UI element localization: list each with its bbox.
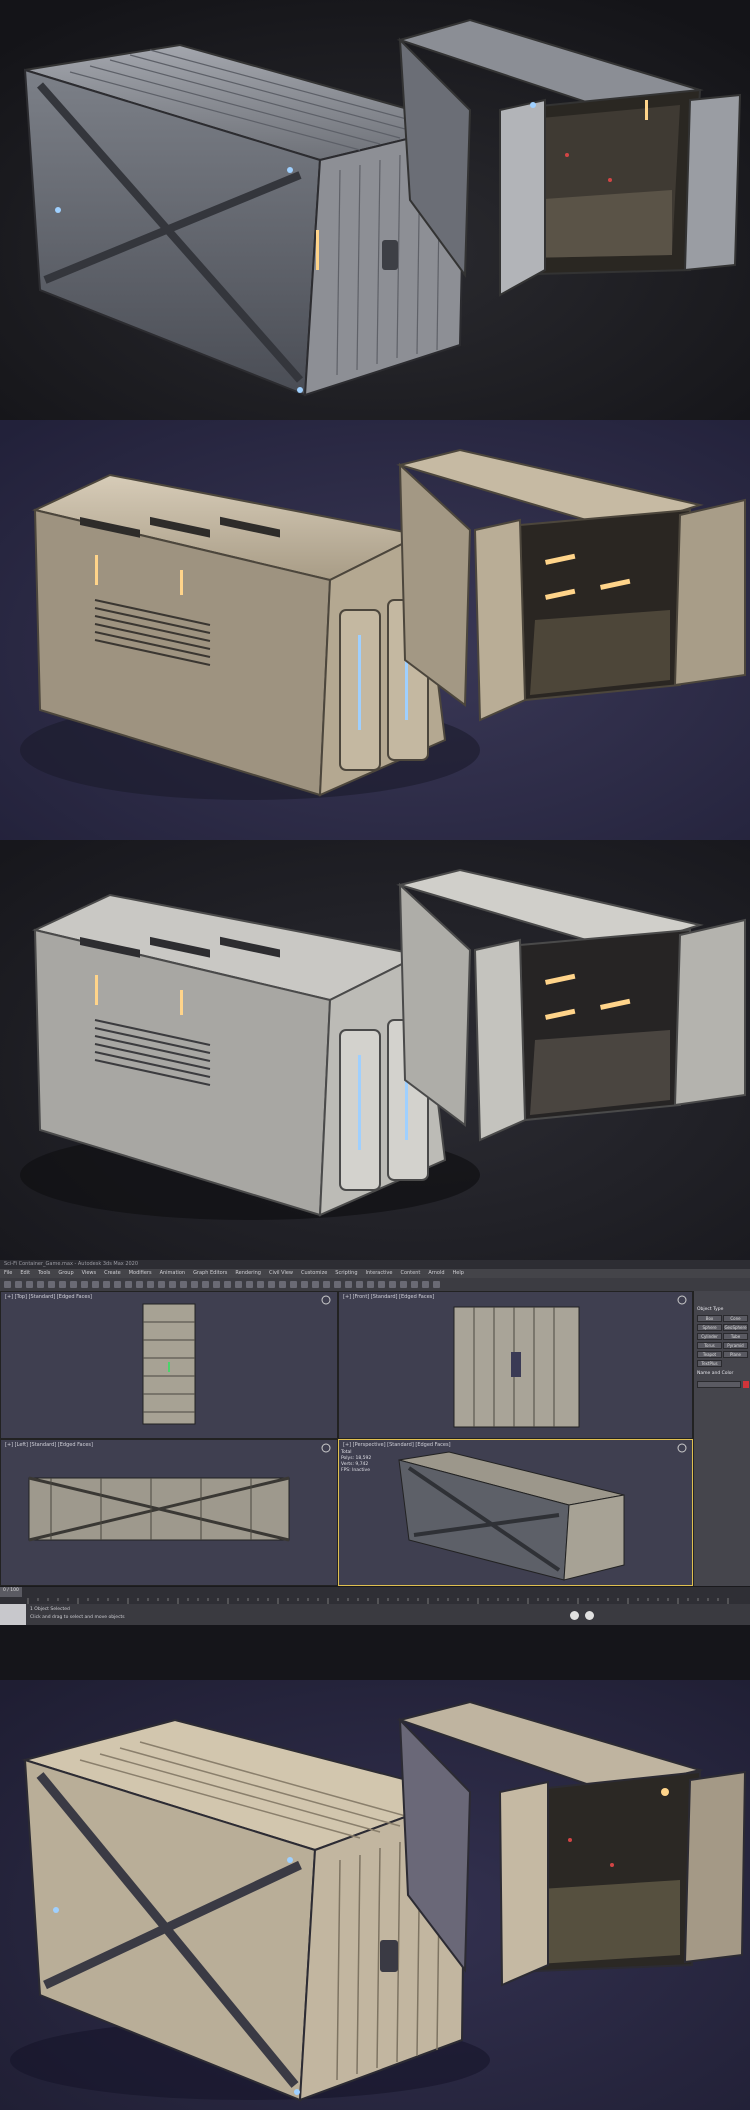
toolbar-button[interactable]: [268, 1281, 275, 1288]
toolbar-button[interactable]: [158, 1281, 165, 1288]
name-color-header: Name and Color: [697, 1371, 734, 1376]
create-geosphere-button[interactable]: GeoSphere: [723, 1324, 748, 1331]
toolbar-button[interactable]: [202, 1281, 209, 1288]
toolbar-button[interactable]: [136, 1281, 143, 1288]
toolbar-button[interactable]: [213, 1281, 220, 1288]
create-sphere-button[interactable]: Sphere: [697, 1324, 722, 1331]
toolbar-button[interactable]: [422, 1281, 429, 1288]
viewport-perspective[interactable]: [+] [Perspective] [Standard] [Edged Face…: [338, 1439, 693, 1586]
toolbar-button[interactable]: [356, 1281, 363, 1288]
toolbar-button[interactable]: [191, 1281, 198, 1288]
create-cylinder-button[interactable]: Cylinder: [697, 1333, 722, 1340]
color-swatch[interactable]: [743, 1381, 749, 1388]
render-panel-purple-dark: [0, 1680, 750, 2110]
menu-item[interactable]: Edit: [20, 1270, 30, 1276]
toolbar-button[interactable]: [323, 1281, 330, 1288]
create-box-button[interactable]: Box: [697, 1315, 722, 1322]
menu-bar: File Edit Tools Group Views Create Modifiers An…: [0, 1269, 750, 1278]
toolbar-button[interactable]: [26, 1281, 33, 1288]
viewport-left[interactable]: [+] [Left] [Standard] [Edged Faces]: [0, 1439, 338, 1586]
menu-item[interactable]: File: [4, 1270, 12, 1276]
viewport-top[interactable]: [+] [Top] [Standard] [Edged Faces]: [0, 1291, 338, 1439]
toolbar-button[interactable]: [312, 1281, 319, 1288]
create-teapot-button[interactable]: Teapot: [697, 1351, 722, 1358]
maxscript-listener[interactable]: [0, 1604, 26, 1625]
frame-counter: 0 / 100: [3, 1588, 19, 1593]
toolbar-button[interactable]: [290, 1281, 297, 1288]
toolbar-button[interactable]: [103, 1281, 110, 1288]
menu-item[interactable]: Interactive: [366, 1270, 393, 1276]
create-cone-button[interactable]: Cone: [723, 1315, 748, 1322]
menu-item[interactable]: Arnold: [428, 1270, 444, 1276]
toolbar-button[interactable]: [92, 1281, 99, 1288]
create-plane-button[interactable]: Plane: [723, 1351, 748, 1358]
render-panel-dark-metal: [0, 0, 750, 420]
toolbar-button[interactable]: [433, 1281, 440, 1288]
menu-item[interactable]: Modifiers: [129, 1270, 152, 1276]
toolbar-button[interactable]: [15, 1281, 22, 1288]
window-title: Sci-Fi Container_Game.max - Autodesk 3ds…: [0, 1260, 750, 1269]
menu-item[interactable]: Animation: [160, 1270, 186, 1276]
menu-item[interactable]: Help: [453, 1270, 464, 1276]
viewport-front[interactable]: [+] [Front] [Standard] [Edged Faces]: [338, 1291, 693, 1439]
status-bar: 1 Object Selected Click and drag to sele…: [0, 1604, 750, 1625]
create-torus-button[interactable]: Torus: [697, 1342, 722, 1349]
toolbar-button[interactable]: [81, 1281, 88, 1288]
menu-item[interactable]: Rendering: [235, 1270, 261, 1276]
toolbar-button[interactable]: [235, 1281, 242, 1288]
toolbar-button[interactable]: [411, 1281, 418, 1288]
menu-item[interactable]: Scripting: [335, 1270, 357, 1276]
toolbar-button[interactable]: [301, 1281, 308, 1288]
create-pyramid-button[interactable]: Pyramid: [723, 1342, 748, 1349]
menu-item[interactable]: Tools: [38, 1270, 50, 1276]
toolbar-button[interactable]: [37, 1281, 44, 1288]
command-panel[interactable]: Object Type Name and Color Box Cone Sphere…: [693, 1291, 750, 1586]
toolbar-button[interactable]: [59, 1281, 66, 1288]
create-tube-button[interactable]: Tube: [723, 1333, 748, 1340]
toolbar-button[interactable]: [224, 1281, 231, 1288]
toolbar-button[interactable]: [48, 1281, 55, 1288]
toolbar-button[interactable]: [334, 1281, 341, 1288]
panel-gap: [0, 1625, 750, 1680]
play-icon[interactable]: [585, 1611, 594, 1620]
toolbar-button[interactable]: [378, 1281, 385, 1288]
menu-item[interactable]: Customize: [301, 1270, 327, 1276]
toolbar-button[interactable]: [169, 1281, 176, 1288]
key-icon[interactable]: [570, 1611, 579, 1620]
main-toolbar: [0, 1278, 750, 1292]
toolbar-button[interactable]: [70, 1281, 77, 1288]
menu-item[interactable]: Content: [400, 1270, 420, 1276]
menu-item[interactable]: Views: [82, 1270, 96, 1276]
toolbar-button[interactable]: [389, 1281, 396, 1288]
toolbar-button[interactable]: [400, 1281, 407, 1288]
toolbar-button[interactable]: [257, 1281, 264, 1288]
toolbar-button[interactable]: [125, 1281, 132, 1288]
menu-item[interactable]: Create: [104, 1270, 121, 1276]
status-selection: 1 Object Selected: [30, 1607, 70, 1612]
toolbar-button[interactable]: [345, 1281, 352, 1288]
editor-screenshot: Sci-Fi Container_Game.max - Autodesk 3ds…: [0, 1260, 750, 1680]
name-field[interactable]: [697, 1381, 741, 1388]
menu-item[interactable]: Group: [58, 1270, 73, 1276]
status-prompt: Click and drag to select and move object…: [30, 1615, 125, 1620]
render-panel-tan: [0, 420, 750, 840]
render-panel-light-grey: [0, 840, 750, 1260]
toolbar-button[interactable]: [4, 1281, 11, 1288]
object-type-header: Object Type: [697, 1307, 724, 1312]
toolbar-button[interactable]: [246, 1281, 253, 1288]
toolbar-button[interactable]: [180, 1281, 187, 1288]
toolbar-button[interactable]: [114, 1281, 121, 1288]
toolbar-button[interactable]: [279, 1281, 286, 1288]
toolbar-button[interactable]: [147, 1281, 154, 1288]
create-textplus-button[interactable]: TextPlus: [697, 1360, 722, 1367]
toolbar-button[interactable]: [367, 1281, 374, 1288]
timeline[interactable]: 0 / 100: [0, 1586, 750, 1605]
menu-item[interactable]: Civil View: [269, 1270, 293, 1276]
menu-item[interactable]: Graph Editors: [193, 1270, 227, 1276]
